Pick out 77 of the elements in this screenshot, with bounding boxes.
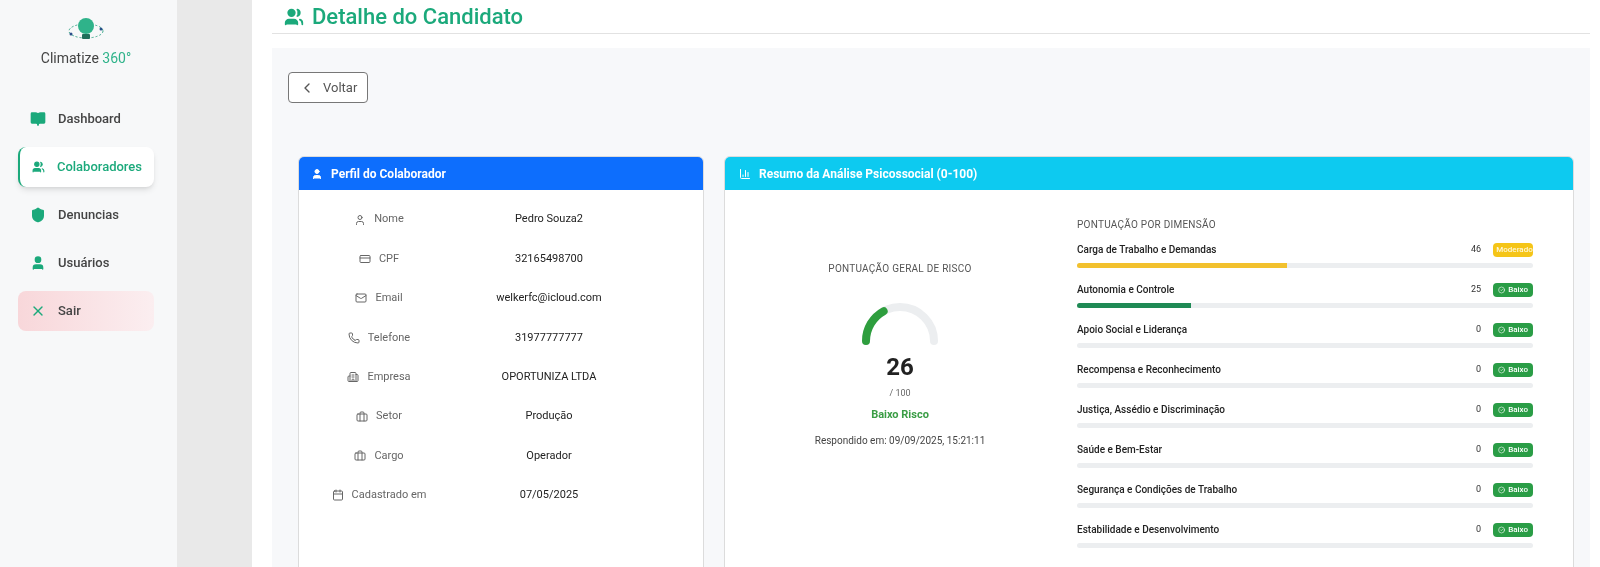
back-button[interactable]: Voltar — [288, 72, 369, 103]
risk-badge: Moderado — [1493, 242, 1533, 257]
dimension-name: Recompensa e Reconhecimento — [1077, 363, 1222, 377]
dimension-name: Saúde e Bem-Estar — [1077, 443, 1164, 457]
sidebar-item[interactable]: Dashboard — [18, 99, 154, 139]
dimension-name: Justiça, Assédio e Discriminação — [1077, 403, 1226, 417]
page-title: Detalhe do Candidato — [312, 3, 524, 31]
brand-name: Climatize 360° — [40, 49, 132, 68]
dimension-score: 0 — [1475, 322, 1481, 336]
dimension-score: 25 — [1470, 282, 1481, 296]
users-icon — [284, 6, 304, 27]
field-label: Setor — [376, 408, 402, 425]
check-icon — [1498, 365, 1506, 374]
field-label: Nome — [374, 211, 404, 228]
check-icon — [1498, 525, 1506, 534]
phone-icon — [347, 331, 360, 344]
dimension-score: 46 — [1470, 242, 1481, 256]
risk-label: Baixo Risco — [871, 406, 929, 423]
overall-score: 26 — [886, 352, 914, 383]
mail-icon — [355, 292, 368, 305]
calendar-icon — [331, 489, 344, 502]
field-value: Operador — [525, 447, 573, 464]
user-icon — [311, 167, 323, 180]
risk-badge: Baixo — [1493, 522, 1533, 537]
risk-badge: Baixo — [1493, 282, 1533, 297]
field-label: Cargo — [374, 447, 404, 464]
field-value: welkerfc@icloud.com — [495, 290, 603, 307]
dimension-score: 0 — [1475, 482, 1481, 496]
sidebar-item[interactable]: Denuncias — [18, 195, 154, 235]
dimension-name: Apoio Social e Liderança — [1077, 323, 1189, 337]
field-value: Produção — [524, 408, 574, 425]
risk-badge: Baixo — [1493, 482, 1533, 497]
section-heading: PONTUAÇÃO POR DIMENSÃO — [1077, 217, 1217, 232]
dimension-name: Segurança e Condições de Trabalho — [1077, 483, 1239, 497]
id-card-icon — [358, 253, 371, 266]
dimension-name: Carga de Trabalho e Demandas — [1077, 243, 1218, 257]
dimension-score: 0 — [1475, 402, 1481, 416]
field-value: 07/05/2025 — [518, 487, 580, 504]
check-icon — [1498, 485, 1506, 494]
section-heading: PONTUAÇÃO GERAL DE RISCO — [828, 261, 972, 276]
dimension-score: 0 — [1475, 362, 1481, 376]
card-title: Resumo da Análise Psicossocial (0-100) — [759, 165, 978, 183]
user-icon — [354, 213, 367, 226]
check-icon — [1498, 285, 1506, 294]
field-value: 32165498700 — [514, 250, 584, 267]
field-value: OPORTUNIZA LTDA — [500, 369, 598, 385]
sidebar-item[interactable]: Sair — [18, 291, 154, 331]
dimension-score: 0 — [1475, 522, 1481, 536]
dimension-score: 0 — [1475, 442, 1481, 456]
user-icon — [30, 255, 46, 271]
field-label: Email — [375, 290, 403, 307]
building-icon — [347, 371, 360, 384]
briefcase-icon — [356, 410, 369, 423]
book-icon — [30, 111, 46, 127]
check-icon — [1498, 405, 1506, 414]
score-max: / 100 — [889, 387, 911, 400]
risk-badge: Baixo — [1493, 442, 1533, 457]
field-value: 31977777777 — [514, 329, 584, 346]
shield-icon — [30, 207, 46, 223]
sidebar-item[interactable]: Usuários — [18, 243, 154, 283]
dimension-name: Estabilidade e Desenvolvimento — [1077, 523, 1221, 537]
field-label: Telefone — [367, 329, 411, 346]
card-title: Perfil do Colaborador — [331, 165, 446, 183]
check-icon — [1498, 325, 1506, 334]
users-icon — [32, 159, 45, 175]
risk-badge: Baixo — [1493, 362, 1533, 377]
briefcase-icon — [354, 450, 367, 463]
field-label: CPF — [378, 250, 400, 267]
risk-badge: Baixo — [1493, 402, 1533, 417]
dimension-name: Autonomia e Controle — [1077, 283, 1176, 297]
field-label: Cadastrado em — [351, 487, 427, 504]
chart-icon — [739, 167, 751, 180]
check-icon — [1498, 445, 1506, 454]
risk-badge: Baixo — [1493, 322, 1533, 337]
field-label: Empresa — [367, 369, 411, 385]
field-value: Pedro Souza2 — [514, 211, 584, 228]
answered-date: Respondido em: 09/09/2025, 15:21:11 — [814, 434, 986, 448]
